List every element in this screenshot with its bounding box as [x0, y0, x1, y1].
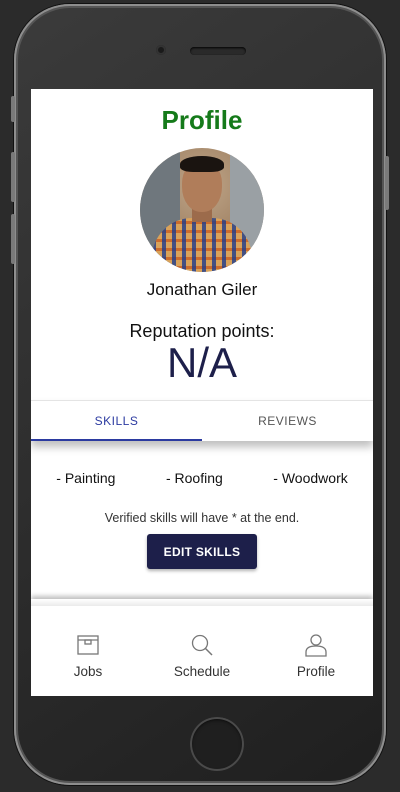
nav-label-jobs: Jobs [73, 664, 103, 679]
verified-skills-note: Verified skills will have * at the end. [104, 511, 300, 525]
nav-item-jobs[interactable]: Jobs [31, 606, 145, 696]
search-icon [191, 634, 213, 656]
earpiece-speaker [190, 47, 246, 55]
mute-switch [11, 96, 15, 122]
person-icon [305, 634, 327, 657]
nav-label-schedule: Schedule [173, 664, 231, 679]
nav-item-schedule[interactable]: Schedule [145, 606, 259, 696]
skill-item: - Woodwork [273, 470, 348, 486]
avatar [140, 148, 264, 272]
profile-name: Jonathan Giler [146, 280, 258, 299]
skill-item: - Painting [56, 470, 116, 486]
reputation-value: N/A [166, 339, 237, 386]
profile-tabs: SKILLS REVIEWS [31, 400, 373, 441]
power-button [385, 156, 389, 210]
volume-down-button [11, 214, 15, 264]
tab-skills[interactable]: SKILLS [31, 401, 202, 441]
tab-reviews[interactable]: REVIEWS [202, 401, 373, 441]
home-button[interactable] [190, 717, 244, 771]
front-camera [156, 45, 166, 55]
nav-item-profile[interactable]: Profile [259, 606, 373, 696]
nav-label-profile: Profile [296, 664, 336, 679]
volume-up-button [11, 152, 15, 202]
skills-list: - Painting - Roofing - Woodwork [31, 470, 373, 486]
page-title: Profile [161, 105, 243, 135]
bottom-nav: Jobs Schedule Profile [31, 606, 373, 696]
skill-item: - Roofing [165, 470, 223, 486]
edit-skills-button[interactable]: EDIT SKILLS [147, 534, 257, 569]
app-screen: Profile Jonathan Giler Reputation points… [31, 89, 373, 696]
briefcase-icon [77, 635, 99, 655]
